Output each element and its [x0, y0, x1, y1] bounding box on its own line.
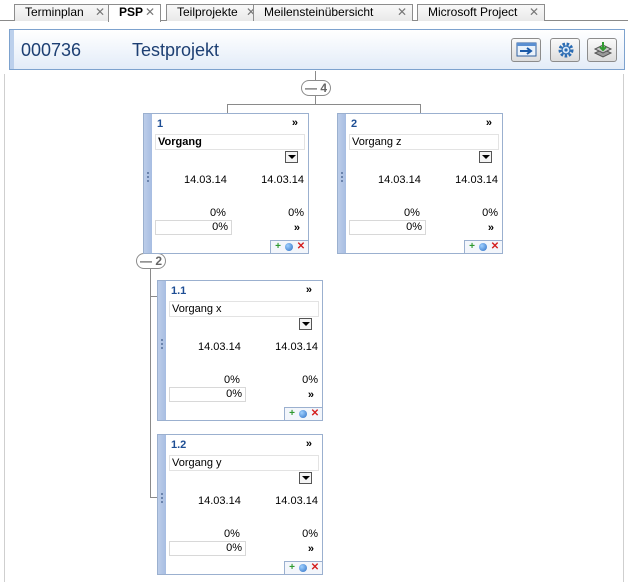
dropdown-arrow-icon[interactable]: [285, 151, 298, 163]
node-number: 1.1: [171, 285, 187, 297]
tab-label: Teilprojekte: [177, 5, 238, 19]
expand-details-button[interactable]: »: [306, 438, 312, 450]
info-icon[interactable]: [285, 243, 293, 251]
drag-handle[interactable]: [158, 281, 166, 420]
tab-label: Microsoft Project: [428, 5, 518, 19]
delete-icon[interactable]: ✕: [310, 563, 320, 573]
start-date: 14.03.14: [184, 174, 227, 186]
node-actions: + ✕: [284, 561, 322, 574]
info-icon[interactable]: [479, 243, 487, 251]
tab-microsoft-project[interactable]: Microsoft Project ✕: [417, 4, 545, 21]
drag-handle[interactable]: [158, 435, 166, 574]
node-number: 1.2: [171, 439, 187, 451]
settings-button[interactable]: [550, 38, 580, 62]
progress-planned: 0%: [224, 374, 240, 386]
connector-line: [420, 104, 421, 113]
collapse-toggle-root[interactable]: — 4: [301, 80, 331, 96]
dropdown-arrow-icon[interactable]: [479, 151, 492, 163]
tab-label: PSP: [119, 5, 144, 19]
add-icon[interactable]: +: [467, 242, 477, 252]
psp-node[interactable]: 1.2 » Vorgang y 14.03.14 14.03.14 0% 0% …: [157, 434, 323, 575]
info-icon[interactable]: [299, 410, 307, 418]
start-date: 14.03.14: [198, 341, 241, 353]
dropdown-arrow-icon[interactable]: [299, 318, 312, 330]
gear-icon: [558, 42, 574, 58]
psp-node[interactable]: 1 » Vorgang 14.03.14 14.03.14 0% 0% 0% »…: [143, 113, 309, 254]
export-icon: [516, 42, 537, 57]
export-button[interactable]: [511, 38, 541, 62]
node-actions: + ✕: [284, 407, 322, 420]
psp-node[interactable]: 2 » Vorgang z 14.03.14 14.03.14 0% 0% 0%…: [337, 113, 503, 254]
project-header: 000736 Testprojekt: [9, 29, 625, 70]
close-icon[interactable]: ✕: [529, 5, 539, 20]
end-date: 14.03.14: [275, 341, 318, 353]
node-actions: + ✕: [270, 240, 308, 253]
expand-details-button[interactable]: »: [306, 284, 312, 296]
progress-planned: 0%: [224, 528, 240, 540]
node-name-field[interactable]: Vorgang: [155, 134, 305, 150]
add-icon[interactable]: +: [287, 563, 297, 573]
tab-label: Terminplan: [25, 5, 84, 19]
connector-line: [150, 239, 151, 497]
more-button[interactable]: »: [308, 389, 314, 401]
node-actions: + ✕: [464, 240, 502, 253]
tab-bar: Terminplan ✕ PSP ✕ Teilprojekte ✕ Meilen…: [0, 0, 628, 22]
delete-icon[interactable]: ✕: [490, 242, 500, 252]
start-date: 14.03.14: [378, 174, 421, 186]
more-button[interactable]: »: [488, 222, 494, 234]
add-icon[interactable]: +: [273, 242, 283, 252]
progress-planned: 0%: [210, 207, 226, 219]
layers-button[interactable]: [587, 38, 617, 62]
close-icon[interactable]: ✕: [145, 5, 155, 20]
project-name: Testprojekt: [132, 40, 220, 60]
node-name-field[interactable]: Vorgang z: [349, 134, 499, 150]
expand-details-button[interactable]: »: [486, 117, 492, 129]
drag-handle[interactable]: [338, 114, 346, 253]
end-date: 14.03.14: [261, 174, 304, 186]
node-name-field[interactable]: Vorgang y: [169, 455, 319, 471]
progress-actual: 0%: [482, 207, 498, 219]
close-icon[interactable]: ✕: [397, 5, 407, 20]
delete-icon[interactable]: ✕: [296, 242, 306, 252]
psp-node[interactable]: 1.1 » Vorgang x 14.03.14 14.03.14 0% 0% …: [157, 280, 323, 421]
progress-input[interactable]: 0%: [169, 387, 246, 402]
grip-icon: [341, 172, 343, 182]
tab-meilensteinuebersicht[interactable]: Meilensteinübersicht ✕: [253, 4, 413, 21]
grip-icon: [161, 493, 163, 503]
node-number: 2: [351, 118, 358, 130]
progress-actual: 0%: [302, 528, 318, 540]
expand-details-button[interactable]: »: [292, 117, 298, 129]
project-number: 000736: [21, 40, 82, 60]
close-icon[interactable]: ✕: [95, 5, 105, 20]
more-button[interactable]: »: [294, 222, 300, 234]
connector-line: [227, 104, 228, 113]
layers-download-icon: [593, 42, 613, 58]
progress-actual: 0%: [302, 374, 318, 386]
progress-input[interactable]: 0%: [155, 220, 232, 235]
node-name-field[interactable]: Vorgang x: [169, 301, 319, 317]
drag-handle[interactable]: [144, 114, 152, 253]
connector-line: [227, 104, 420, 105]
info-icon[interactable]: [299, 564, 307, 572]
progress-planned: 0%: [404, 207, 420, 219]
tab-terminplan[interactable]: Terminplan ✕: [14, 4, 111, 21]
grip-icon: [161, 339, 163, 349]
progress-actual: 0%: [288, 207, 304, 219]
tab-label: Meilensteinübersicht: [264, 5, 374, 19]
dropdown-arrow-icon[interactable]: [299, 472, 312, 484]
tab-psp[interactable]: PSP ✕: [108, 4, 161, 22]
start-date: 14.03.14: [198, 495, 241, 507]
more-button[interactable]: »: [308, 543, 314, 555]
end-date: 14.03.14: [455, 174, 498, 186]
end-date: 14.03.14: [275, 495, 318, 507]
collapse-toggle-node-1[interactable]: — 2: [136, 253, 166, 269]
progress-input[interactable]: 0%: [169, 541, 246, 556]
node-number: 1: [157, 118, 164, 130]
delete-icon[interactable]: ✕: [310, 409, 320, 419]
progress-input[interactable]: 0%: [349, 220, 426, 235]
add-icon[interactable]: +: [287, 409, 297, 419]
grip-icon: [147, 172, 149, 182]
tab-teilprojekte[interactable]: Teilprojekte ✕: [166, 4, 262, 21]
